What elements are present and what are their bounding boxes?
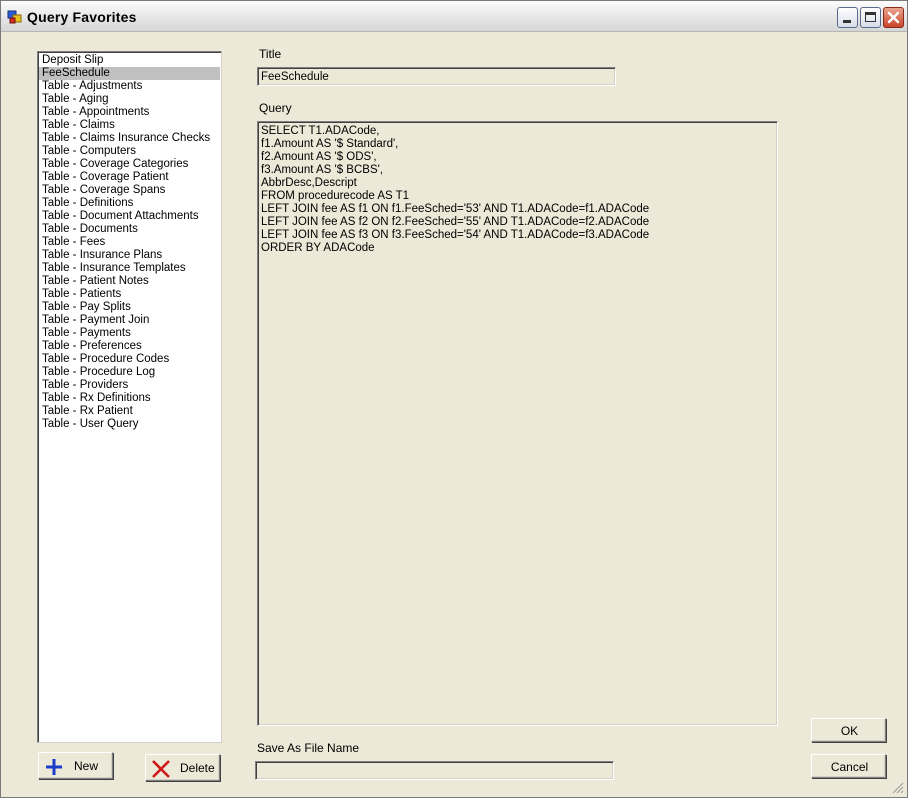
list-item[interactable]: Table - Documents (39, 223, 220, 236)
close-icon (887, 11, 900, 24)
list-item[interactable]: Table - Document Attachments (39, 210, 220, 223)
list-item[interactable]: Table - Insurance Templates (39, 262, 220, 275)
title-label: Title (259, 47, 282, 61)
ok-button-label: OK (840, 724, 859, 738)
list-item[interactable]: Table - Fees (39, 236, 220, 249)
list-item[interactable]: Table - Coverage Categories (39, 158, 220, 171)
delete-x-icon (152, 760, 170, 778)
resize-grip-icon[interactable] (892, 782, 904, 794)
title-input[interactable] (257, 67, 616, 86)
list-item[interactable]: Table - Preferences (39, 340, 220, 353)
favorites-list[interactable]: Deposit Slip FeeSchedule Table - Adjustmen… (37, 51, 222, 743)
cancel-button-label: Cancel (830, 760, 869, 774)
list-item[interactable]: Table - Coverage Spans (39, 184, 220, 197)
list-item[interactable]: Table - Patients (39, 288, 220, 301)
list-item[interactable]: Table - Rx Patient (39, 405, 220, 418)
minimize-button[interactable] (837, 7, 858, 28)
new-button[interactable]: New (38, 752, 113, 779)
app-icon (7, 10, 22, 24)
close-button[interactable] (883, 7, 904, 28)
list-item[interactable]: Table - Claims Insurance Checks (39, 132, 220, 145)
list-item[interactable]: Deposit Slip (39, 54, 220, 67)
minimize-icon (843, 20, 851, 23)
delete-button-label: Delete (180, 761, 215, 775)
window-title: Query Favorites (27, 9, 137, 25)
ok-button[interactable]: OK (811, 718, 886, 742)
list-item[interactable]: Table - Pay Splits (39, 301, 220, 314)
plus-icon (46, 759, 62, 775)
list-item[interactable]: Table - Definitions (39, 197, 220, 210)
save-as-filename-label: Save As File Name (257, 741, 360, 755)
list-item[interactable]: Table - Procedure Log (39, 366, 220, 379)
list-item[interactable]: FeeSchedule (39, 67, 220, 80)
list-item[interactable]: Table - User Query (39, 418, 220, 431)
query-favorites-window: Query Favorites Deposit Slip FeeSchedule T… (0, 0, 908, 798)
maximize-button[interactable] (860, 7, 881, 28)
new-button-label: New (74, 759, 99, 773)
save-as-filename-input[interactable] (255, 761, 614, 780)
title-bar[interactable]: Query Favorites (1, 1, 907, 32)
list-item[interactable]: Table - Providers (39, 379, 220, 392)
list-item[interactable]: Table - Coverage Patient (39, 171, 220, 184)
query-label: Query (259, 101, 292, 115)
list-item[interactable]: Table - Payments (39, 327, 220, 340)
list-item[interactable]: Table - Computers (39, 145, 220, 158)
list-item[interactable]: Table - Rx Definitions (39, 392, 220, 405)
list-item[interactable]: Table - Insurance Plans (39, 249, 220, 262)
list-item[interactable]: Table - Claims (39, 119, 220, 132)
list-item[interactable]: Table - Patient Notes (39, 275, 220, 288)
maximize-icon (865, 12, 876, 22)
list-item[interactable]: Table - Procedure Codes (39, 353, 220, 366)
delete-button[interactable]: Delete (145, 754, 220, 781)
cancel-button[interactable]: Cancel (811, 754, 886, 778)
list-item[interactable]: Table - Appointments (39, 106, 220, 119)
list-item[interactable]: Table - Adjustments (39, 80, 220, 93)
query-textarea[interactable]: SELECT T1.ADACode, f1.Amount AS '$ Stand… (257, 121, 778, 726)
list-item[interactable]: Table - Aging (39, 93, 220, 106)
list-item[interactable]: Table - Payment Join (39, 314, 220, 327)
